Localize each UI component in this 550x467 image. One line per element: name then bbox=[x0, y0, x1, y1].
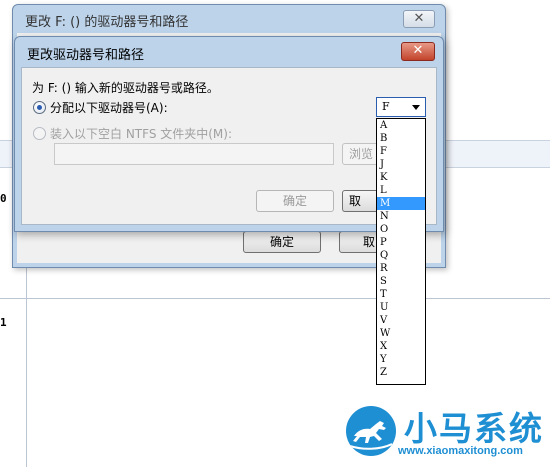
background-row-number: 0 bbox=[0, 192, 7, 205]
drive-letter-option[interactable]: T bbox=[377, 288, 425, 301]
drive-letter-option[interactable]: S bbox=[377, 275, 425, 288]
drive-letter-option[interactable]: A bbox=[377, 119, 425, 132]
outer-ok-button[interactable]: 确定 bbox=[243, 231, 321, 253]
mount-folder-label: 装入以下空白 NTFS 文件夹中(M): bbox=[50, 127, 233, 141]
drive-letter-option[interactable]: F bbox=[377, 145, 425, 158]
horse-logo-icon bbox=[346, 406, 396, 456]
cancel-button[interactable]: 取 bbox=[342, 190, 378, 212]
drive-letter-option[interactable]: X bbox=[377, 340, 425, 353]
drive-letter-list: ABFJKLMNOPQRSTUVWXYZ bbox=[376, 118, 426, 385]
watermark-url: www.xiaomaxitong.com bbox=[398, 445, 523, 457]
drive-letter-option[interactable]: W bbox=[377, 327, 425, 340]
drive-letter-option[interactable]: U bbox=[377, 301, 425, 314]
drive-letter-selected: F bbox=[382, 100, 390, 113]
outer-close-button[interactable]: ✕ bbox=[403, 10, 435, 28]
drive-letter-option[interactable]: Q bbox=[377, 249, 425, 262]
watermark: 小马系统 www.xiaomaxitong.com bbox=[342, 398, 550, 467]
drive-letter-select[interactable]: F bbox=[376, 97, 426, 117]
drive-letter-option[interactable]: L bbox=[377, 184, 425, 197]
chevron-down-icon[interactable] bbox=[412, 105, 420, 110]
assign-letter-radio[interactable] bbox=[33, 101, 46, 114]
drive-letter-option[interactable]: K bbox=[377, 171, 425, 184]
dialog-title: 更改驱动器号和路径 bbox=[27, 48, 145, 63]
drive-letter-option[interactable]: V bbox=[377, 314, 425, 327]
drive-letter-option[interactable]: N bbox=[377, 210, 425, 223]
background-row-divider bbox=[0, 298, 550, 299]
drive-letter-option[interactable]: Y bbox=[377, 353, 425, 366]
drive-letter-option[interactable]: O bbox=[377, 223, 425, 236]
assign-letter-label[interactable]: 分配以下驱动器号(A): bbox=[50, 99, 168, 116]
drive-letter-option[interactable]: P bbox=[377, 236, 425, 249]
drive-letter-option[interactable]: B bbox=[377, 132, 425, 145]
close-button[interactable]: ✕ bbox=[401, 42, 435, 61]
folder-path-input[interactable] bbox=[54, 143, 334, 165]
drive-letter-option[interactable]: M bbox=[377, 197, 425, 210]
drive-letter-option[interactable]: J bbox=[377, 158, 425, 171]
mount-folder-radio[interactable] bbox=[33, 127, 46, 140]
watermark-title: 小马系统 bbox=[404, 409, 544, 448]
drive-letter-option[interactable]: Z bbox=[377, 366, 425, 379]
dialog-prompt: 为 F: () 输入新的驱动器号或路径。 bbox=[32, 81, 219, 95]
background-row-number: 1 bbox=[0, 316, 7, 329]
drive-letter-option[interactable]: R bbox=[377, 262, 425, 275]
ok-button[interactable]: 确定 bbox=[256, 190, 334, 212]
outer-dialog-title: 更改 F: () 的驱动器号和路径 bbox=[25, 15, 189, 30]
